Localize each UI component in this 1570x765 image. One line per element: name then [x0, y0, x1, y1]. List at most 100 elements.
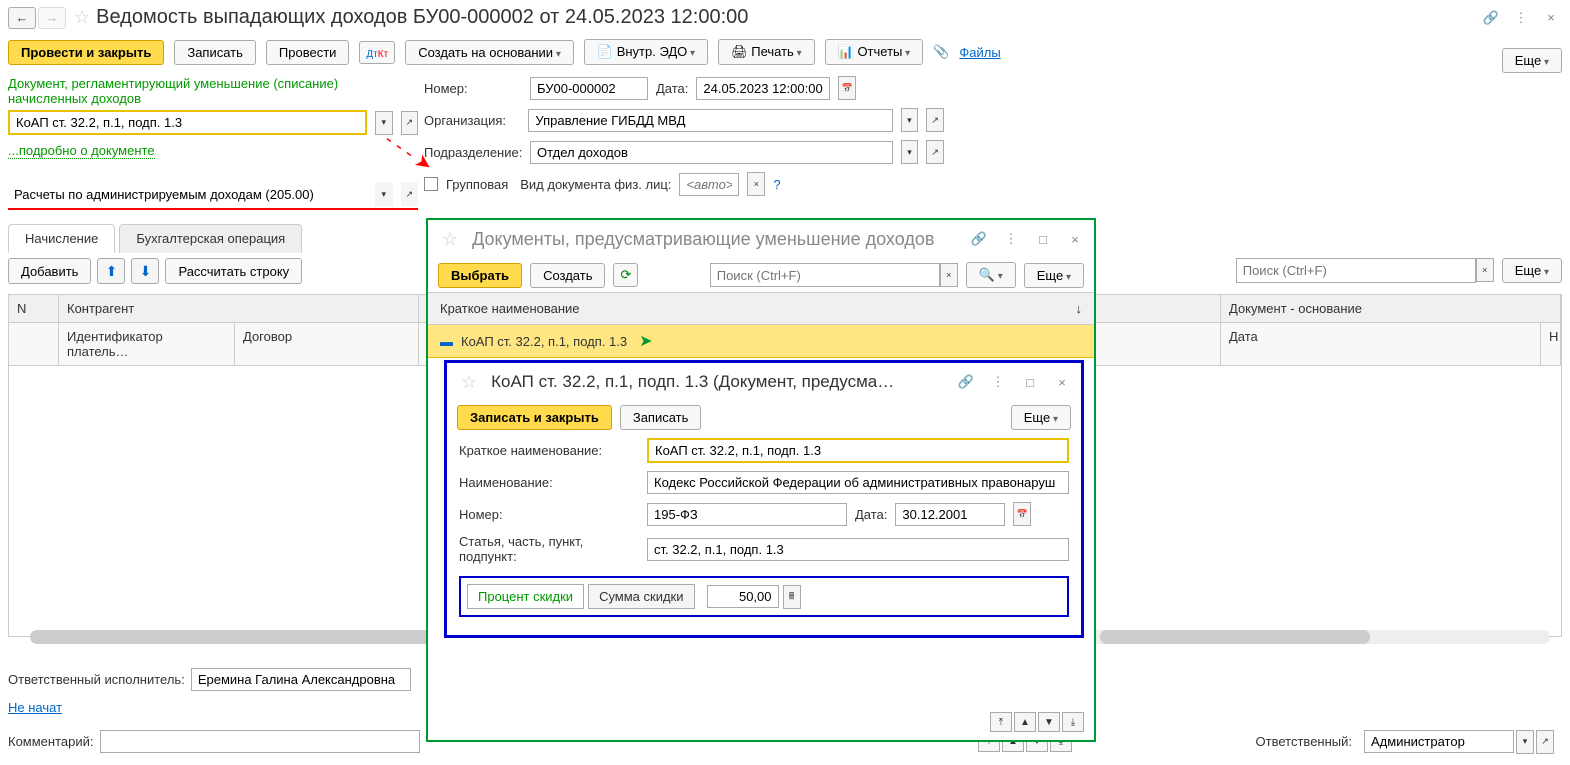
org-input[interactable]	[528, 109, 892, 132]
dtkt-button[interactable]: ДтКт	[359, 41, 395, 64]
modal1-maximize-icon[interactable]: □	[1032, 228, 1054, 250]
tab-accounting[interactable]: Бухгалтерская операция	[119, 224, 302, 253]
modal2-close-icon[interactable]: ×	[1051, 371, 1073, 393]
number-input[interactable]	[530, 77, 648, 100]
edo-button[interactable]: 📄 Внутр. ЭДО	[584, 39, 708, 65]
th-doc-base[interactable]: Документ - основание	[1221, 295, 1561, 322]
add-button[interactable]: Добавить	[8, 258, 91, 284]
modal2-maximize-icon[interactable]: □	[1019, 371, 1041, 393]
comment-input[interactable]	[100, 730, 420, 753]
reports-label: Отчеты	[857, 44, 902, 59]
modal1-nav-top[interactable]: ⤒	[990, 712, 1012, 732]
modal2-save-button[interactable]: Записать	[620, 405, 702, 430]
nav-forward-button[interactable]: →	[38, 7, 66, 29]
create-based-button[interactable]: Создать на основании	[405, 40, 574, 65]
modal1-nav-down[interactable]: ▼	[1038, 712, 1060, 732]
star-icon[interactable]: ☆	[74, 7, 90, 28]
date-input[interactable]	[696, 77, 830, 100]
close-icon[interactable]: ×	[1540, 7, 1562, 29]
org-dropdown-button[interactable]: ▾	[901, 108, 919, 132]
dept-input[interactable]	[530, 141, 893, 164]
not-started-link[interactable]: Не начат	[8, 700, 62, 715]
article-input[interactable]	[647, 538, 1069, 561]
modal1-more-button[interactable]: Еще	[1024, 263, 1084, 288]
full-name-input[interactable]	[647, 471, 1069, 494]
modal1-nav-bottom[interactable]: ⤓	[1062, 712, 1084, 732]
modal1-row[interactable]: ▬ КоАП ст. 32.2, п.1, подп. 1.3 ➤	[428, 325, 1094, 358]
sort-icon[interactable]: ↓	[1076, 301, 1083, 316]
modal1-close-icon[interactable]: ×	[1064, 228, 1086, 250]
short-name-input[interactable]	[647, 438, 1069, 463]
files-link[interactable]: Файлы	[959, 45, 1000, 60]
modal1-star-icon[interactable]: ☆	[442, 229, 458, 250]
post-button[interactable]: Провести	[266, 40, 350, 65]
search-clear-button[interactable]: ×	[1476, 258, 1494, 282]
discount-sum-toggle[interactable]: Сумма скидки	[588, 584, 694, 609]
modal2-save-close-button[interactable]: Записать и закрыть	[457, 405, 612, 430]
more-table-button[interactable]: Еще	[1502, 258, 1562, 283]
scrollbar-right[interactable]	[1100, 630, 1550, 644]
modal1-search-clear[interactable]: ×	[940, 263, 958, 287]
post-close-button[interactable]: Провести и закрыть	[8, 40, 164, 65]
modal1-link-icon[interactable]: 🔗	[968, 228, 990, 250]
doc-detail-link[interactable]: ...подробно о документе	[8, 143, 155, 159]
account-input[interactable]	[8, 184, 367, 205]
doc-number-label: Номер:	[459, 507, 639, 522]
kind-input[interactable]	[679, 173, 739, 196]
modal2-link-icon[interactable]: 🔗	[955, 371, 977, 393]
modal2-more-button[interactable]: Еще	[1011, 405, 1071, 430]
print-button[interactable]: 🖨 Печать	[718, 39, 815, 65]
nav-back-button[interactable]: ←	[8, 7, 36, 29]
resp-input[interactable]	[191, 668, 411, 691]
th-contract[interactable]: Договор	[235, 323, 419, 365]
short-name-label: Краткое наименование:	[459, 443, 639, 458]
modal2-star-icon[interactable]: ☆	[461, 372, 477, 393]
dept-dropdown-button[interactable]: ▾	[901, 140, 919, 164]
th-n2[interactable]: Н	[1541, 323, 1561, 365]
modal2-kebab-icon[interactable]: ⋮	[987, 371, 1009, 393]
kebab-icon[interactable]: ⋮	[1510, 7, 1532, 29]
help-icon[interactable]: ?	[773, 177, 780, 192]
document-input[interactable]	[8, 110, 367, 135]
modal1-search-button[interactable]: 🔍	[966, 262, 1016, 288]
group-checkbox[interactable]	[424, 177, 438, 191]
doc-date-input[interactable]	[895, 503, 1005, 526]
modal1-search-input[interactable]	[710, 263, 940, 287]
clip-icon[interactable]: 📎	[933, 44, 949, 60]
tab-accrual[interactable]: Начисление	[8, 224, 115, 253]
resp2-open-button[interactable]: ↗	[1536, 730, 1554, 754]
modal1-create-button[interactable]: Создать	[530, 263, 605, 288]
move-up-button[interactable]: ⬆	[97, 258, 125, 284]
save-button[interactable]: Записать	[174, 40, 256, 65]
link-icon[interactable]: 🔗	[1480, 7, 1502, 29]
edo-label: Внутр. ЭДО	[617, 44, 688, 59]
calc-button[interactable]: Рассчитать строку	[165, 258, 302, 284]
search-input[interactable]	[1236, 258, 1476, 283]
modal1-refresh-button[interactable]: ⟳	[613, 263, 638, 287]
reports-button[interactable]: 📊 Отчеты	[825, 39, 924, 65]
discount-input[interactable]	[707, 585, 779, 608]
kind-clear-button[interactable]: ×	[747, 172, 765, 196]
th-date[interactable]: Дата	[1221, 323, 1541, 365]
th-payer-id[interactable]: Идентификатор платель…	[59, 323, 235, 365]
move-down-button[interactable]: ⬇	[131, 258, 159, 284]
account-dropdown-button[interactable]: ▾	[375, 182, 392, 206]
dept-open-button[interactable]: ↗	[926, 140, 944, 164]
doc-open-button[interactable]: ↗	[401, 111, 419, 135]
more-button[interactable]: Еще	[1502, 48, 1562, 73]
doc-date-calendar-icon[interactable]: 📅	[1013, 502, 1031, 526]
th-counterparty[interactable]: Контрагент	[59, 295, 419, 322]
calendar-icon[interactable]: 📅	[838, 76, 856, 100]
modal1-kebab-icon[interactable]: ⋮	[1000, 228, 1022, 250]
modal1-nav-up[interactable]: ▲	[1014, 712, 1036, 732]
discount-percent-toggle[interactable]: Процент скидки	[467, 584, 584, 609]
th-n[interactable]: N	[9, 295, 59, 322]
discount-calc-icon[interactable]: 🖩	[783, 585, 801, 609]
doc-number-input[interactable]	[647, 503, 847, 526]
resp2-input[interactable]	[1364, 730, 1514, 753]
org-open-button[interactable]: ↗	[926, 108, 944, 132]
account-open-button[interactable]: ↗	[401, 182, 418, 206]
resp2-dropdown-button[interactable]: ▾	[1516, 730, 1534, 754]
modal1-col-header[interactable]: Краткое наименование	[440, 301, 580, 316]
modal1-select-button[interactable]: Выбрать	[438, 263, 522, 288]
